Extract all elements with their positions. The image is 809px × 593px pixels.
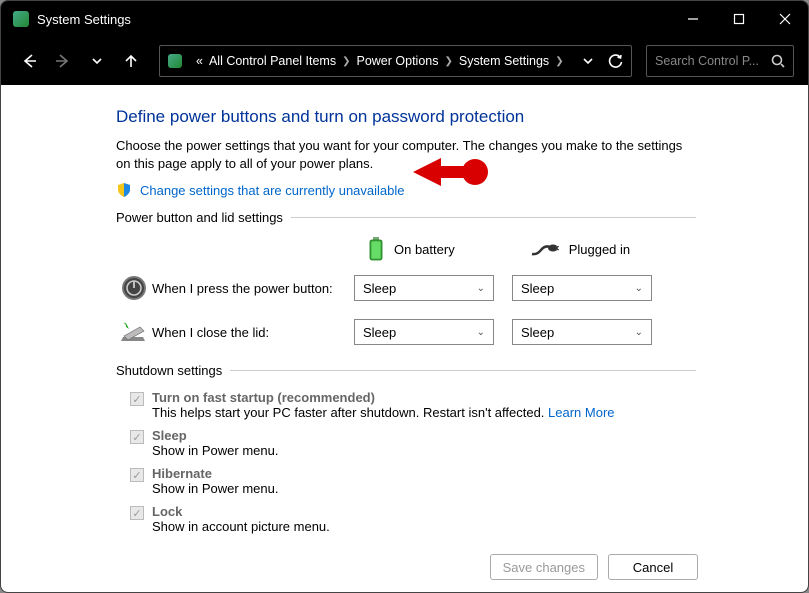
- chevron-right-icon: ❯: [555, 56, 563, 67]
- laptop-lid-icon: [120, 321, 148, 343]
- shutdown-item-lock: ✓ Lock Show in account picture menu.: [130, 504, 696, 534]
- checkbox-fast-startup: ✓: [130, 392, 144, 406]
- chevron-down-icon: ⌄: [635, 283, 643, 294]
- cancel-button[interactable]: Cancel: [608, 554, 698, 580]
- battery-icon: [368, 237, 384, 261]
- close-button[interactable]: [762, 1, 808, 37]
- maximize-button[interactable]: [716, 1, 762, 37]
- column-plugged-in: Plugged in: [531, 241, 630, 257]
- page-subtext: Choose the power settings that you want …: [116, 137, 696, 172]
- save-button[interactable]: Save changes: [490, 554, 598, 580]
- setting-row-close-lid: When I close the lid: Sleep ⌄ Sleep ⌄: [116, 319, 696, 345]
- address-bar[interactable]: « All Control Panel Items ❯ Power Option…: [159, 45, 632, 77]
- learn-more-link[interactable]: Learn More: [548, 405, 614, 420]
- close-lid-battery-select[interactable]: Sleep ⌄: [354, 319, 494, 345]
- breadcrumb-item[interactable]: All Control Panel Items: [209, 54, 336, 68]
- arrow-right-icon: [55, 53, 71, 69]
- shield-icon: [116, 182, 132, 198]
- power-button-icon: [121, 275, 147, 301]
- back-button[interactable]: [15, 47, 43, 75]
- power-button-plugged-select[interactable]: Sleep ⌄: [512, 275, 652, 301]
- shutdown-item-title: Lock: [152, 504, 330, 519]
- setting-label: When I press the power button:: [152, 281, 354, 296]
- minimize-icon: [687, 13, 699, 25]
- shutdown-item-sleep: ✓ Sleep Show in Power menu.: [130, 428, 696, 458]
- arrow-up-icon: [123, 53, 139, 69]
- checkbox-lock: ✓: [130, 506, 144, 520]
- section-title: Shutdown settings: [116, 363, 222, 378]
- chevron-down-icon: ⌄: [477, 283, 485, 294]
- section-power-button-lid: Power button and lid settings: [116, 210, 696, 225]
- shutdown-item-desc: Show in Power menu.: [152, 481, 278, 496]
- section-title: Power button and lid settings: [116, 210, 283, 225]
- search-input[interactable]: Search Control P...: [646, 45, 794, 77]
- chevron-right-icon: ❯: [342, 56, 350, 67]
- breadcrumb-item[interactable]: System Settings: [459, 54, 549, 68]
- footer: Save changes Cancel: [1, 542, 808, 580]
- setting-row-power-button: When I press the power button: Sleep ⌄ S…: [116, 275, 696, 301]
- section-shutdown-settings: Shutdown settings: [116, 363, 696, 378]
- shutdown-item-title: Hibernate: [152, 466, 278, 481]
- shutdown-item-desc: Show in Power menu.: [152, 443, 278, 458]
- recent-pages-button[interactable]: [83, 47, 111, 75]
- setting-label: When I close the lid:: [152, 325, 354, 340]
- location-icon: [168, 54, 182, 68]
- content-area: Define power buttons and turn on passwor…: [1, 85, 808, 592]
- maximize-icon: [733, 13, 745, 25]
- shutdown-item-hibernate: ✓ Hibernate Show in Power menu.: [130, 466, 696, 496]
- plug-icon: [531, 241, 559, 257]
- chevron-down-icon: ⌄: [477, 327, 485, 338]
- close-icon: [779, 13, 791, 25]
- checkbox-hibernate: ✓: [130, 468, 144, 482]
- titlebar: System Settings: [1, 1, 808, 37]
- minimize-button[interactable]: [670, 1, 716, 37]
- refresh-icon[interactable]: [608, 54, 623, 69]
- shutdown-item-desc: This helps start your PC faster after sh…: [152, 405, 615, 420]
- search-icon: [771, 54, 785, 68]
- shutdown-item-fast-startup: ✓ Turn on fast startup (recommended) Thi…: [130, 390, 696, 420]
- breadcrumb-prefix: «: [196, 54, 203, 68]
- shutdown-item-title: Sleep: [152, 428, 278, 443]
- toolbar: « All Control Panel Items ❯ Power Option…: [1, 37, 808, 85]
- app-window: System Settings « All Control Panel Item…: [0, 0, 809, 593]
- page-heading: Define power buttons and turn on passwor…: [116, 107, 696, 127]
- shutdown-item-title: Turn on fast startup (recommended): [152, 390, 615, 405]
- column-on-battery: On battery: [368, 237, 455, 261]
- chevron-down-icon: ⌄: [635, 327, 643, 338]
- change-settings-link[interactable]: Change settings that are currently unava…: [140, 183, 405, 198]
- app-icon: [13, 11, 29, 27]
- shutdown-item-desc: Show in account picture menu.: [152, 519, 330, 534]
- power-button-battery-select[interactable]: Sleep ⌄: [354, 275, 494, 301]
- forward-button[interactable]: [49, 47, 77, 75]
- up-button[interactable]: [117, 47, 145, 75]
- search-placeholder: Search Control P...: [655, 54, 765, 68]
- chevron-down-icon[interactable]: [582, 55, 594, 67]
- chevron-down-icon: [91, 55, 103, 67]
- arrow-left-icon: [21, 53, 37, 69]
- close-lid-plugged-select[interactable]: Sleep ⌄: [512, 319, 652, 345]
- breadcrumb-item[interactable]: Power Options: [356, 54, 438, 68]
- window-title: System Settings: [37, 12, 131, 27]
- checkbox-sleep: ✓: [130, 430, 144, 444]
- chevron-right-icon: ❯: [444, 56, 452, 67]
